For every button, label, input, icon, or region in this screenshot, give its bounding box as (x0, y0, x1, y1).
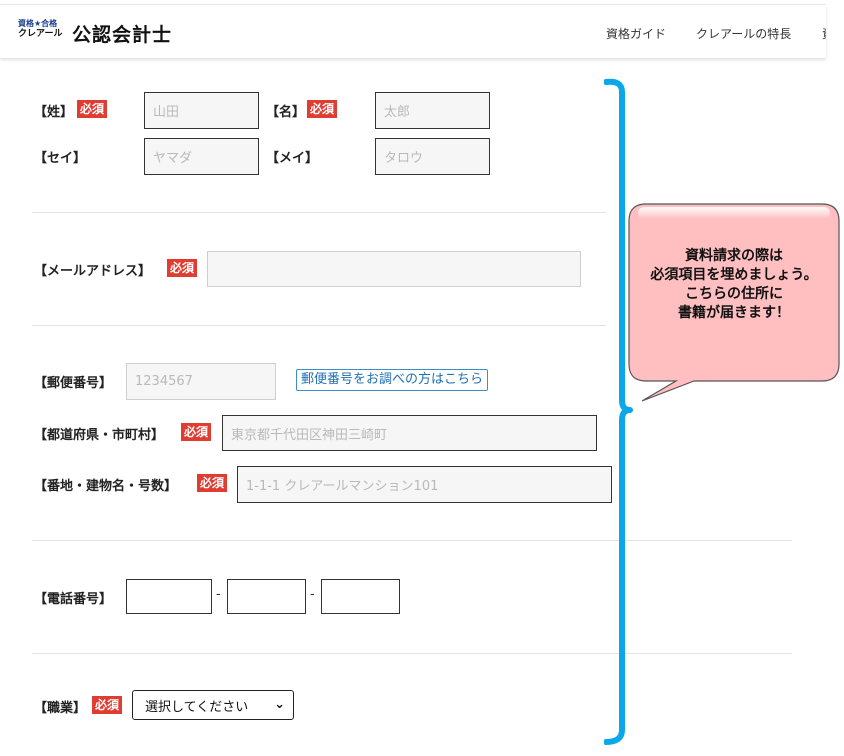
section-divider (32, 325, 606, 326)
phone-exchange-input[interactable] (227, 579, 306, 614)
first-kana-input[interactable]: タロウ (375, 138, 490, 175)
email-label: 【メールアドレス】 (34, 264, 152, 279)
phone-separator: - (310, 587, 315, 602)
nav-qualification-guide[interactable]: 資格ガイド (606, 25, 666, 42)
first-name-input[interactable]: 太郎 (375, 92, 490, 129)
required-badge: 必須 (77, 100, 108, 118)
required-badge: 必須 (167, 259, 198, 277)
required-badge: 必須 (197, 474, 228, 492)
first-kana-label: 【メイ】 (266, 151, 319, 166)
email-input[interactable] (207, 251, 581, 287)
site-header: 資格★合格 クレアール 公認会計士 資格ガイド クレアールの特長 資 (0, 4, 826, 58)
phone-separator: - (216, 587, 221, 602)
callout-message: 資料請求の際は 必須項目を埋めましょう。 こちらの住所に 書籍が届きます！ (650, 248, 818, 321)
occupation-selected-value: 選択してください (145, 699, 249, 715)
address-line-input[interactable]: 1-1-1 クレアールマンション101 (237, 466, 612, 503)
logo-tagline: 資格★合格 クレアール (18, 19, 63, 39)
nav-truncated[interactable]: 資 (822, 25, 826, 42)
last-kana-input[interactable]: ヤマダ (144, 138, 259, 175)
phone-label: 【電話番号】 (34, 592, 113, 607)
last-name-label: 【姓】 (34, 105, 74, 120)
logo-title: 公認会計士 (72, 24, 173, 46)
section-divider (32, 540, 792, 541)
first-name-label: 【名】 (266, 105, 306, 120)
address-line-label: 【番地・建物名・号数】 (34, 479, 178, 494)
phone-number-input[interactable] (321, 579, 400, 614)
required-badge: 必須 (92, 696, 123, 714)
occupation-select[interactable]: 選択してください ⌄ (132, 690, 294, 720)
last-kana-label: 【セイ】 (34, 151, 87, 166)
last-name-input[interactable]: 山田 (144, 92, 259, 129)
chevron-down-icon: ⌄ (274, 697, 285, 712)
required-badge: 必須 (181, 423, 212, 441)
phone-area-input[interactable] (126, 579, 212, 614)
section-divider (32, 212, 606, 213)
prefecture-city-input[interactable]: 東京都千代田区神田三崎町 (222, 415, 597, 451)
nav-features[interactable]: クレアールの特長 (696, 25, 791, 42)
zip-label: 【郵便番号】 (34, 376, 113, 391)
required-badge: 必須 (307, 100, 338, 118)
zip-input[interactable]: 1234567 (126, 363, 276, 400)
prefecture-city-label: 【都道府県・市町村】 (34, 428, 165, 443)
occupation-label: 【職業】 (34, 701, 87, 716)
bracket-annotation (604, 78, 633, 745)
zip-lookup-link[interactable]: 郵便番号をお調べの方はこちら (296, 369, 489, 391)
section-divider (32, 653, 792, 654)
